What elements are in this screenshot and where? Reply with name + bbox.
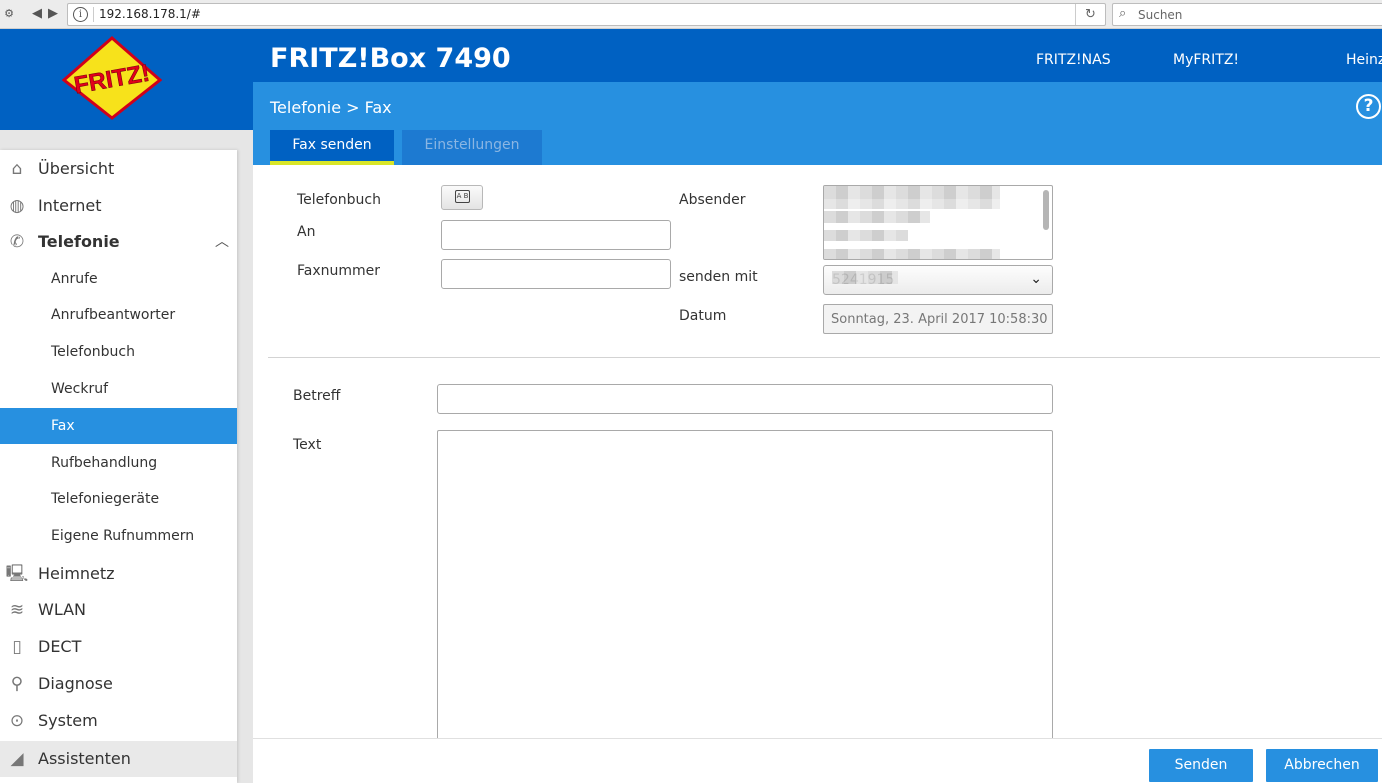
sidebar-item-telefonie[interactable]: ✆ Telefonie ︿ — [0, 224, 237, 260]
globe-icon: ◍ — [9, 196, 25, 216]
text-textarea[interactable] — [437, 430, 1053, 783]
datum-field: Sonntag, 23. April 2017 10:58:30 — [823, 304, 1053, 334]
sidebar-subitem-label: Rufbehandlung — [51, 455, 158, 471]
tab-fax-senden[interactable]: Fax senden — [270, 130, 394, 165]
betreff-input[interactable] — [437, 384, 1053, 414]
sidebar-subitem-label: Anrufbeantworter — [51, 307, 176, 323]
sidebar-item-system[interactable]: ⊙ System — [0, 703, 237, 739]
system-icon: ⊙ — [9, 711, 25, 731]
url-text[interactable]: 192.168.178.1/# — [99, 7, 201, 21]
sidebar-item-label: Übersicht — [38, 159, 115, 178]
back-arrow-icon[interactable]: ◀ — [30, 6, 44, 22]
dect-phone-icon: ▯ — [12, 637, 22, 657]
sidebar-item-dect[interactable]: ▯ DECT — [0, 629, 237, 665]
fritznas-link[interactable]: FRITZ!NAS — [1036, 52, 1111, 68]
sidebar-item-wlan[interactable]: ≋ WLAN — [0, 592, 237, 628]
sidebar-item-internet[interactable]: ◍ Internet — [0, 188, 237, 224]
breadcrumb-current: Fax — [364, 98, 392, 117]
sidebar-item-label: Telefonie — [38, 232, 120, 251]
sidebar-subitem-anrufbeantworter[interactable]: Anrufbeantworter — [0, 297, 237, 333]
sidebar-item-label: System — [38, 711, 98, 730]
breadcrumb-parent[interactable]: Telefonie — [270, 98, 341, 117]
product-title: FRITZ!Box 7490 — [270, 43, 511, 74]
absender-textarea[interactable] — [823, 185, 1053, 260]
sidebar-item-assistenten[interactable]: ◢ Assistenten — [0, 741, 237, 777]
user-link[interactable]: Heinz — [1346, 52, 1382, 68]
sidebar-item-label: DECT — [38, 637, 82, 656]
sidebar-subitem-anrufe[interactable]: Anrufe — [0, 261, 237, 297]
breadcrumb: Telefonie > Fax — [270, 98, 392, 117]
sidebar-subitem-label: Weckruf — [51, 381, 108, 397]
senden-button[interactable]: Senden — [1149, 749, 1253, 782]
tab-einstellungen[interactable]: Einstellungen — [402, 130, 542, 165]
redacted-line — [824, 211, 930, 223]
info-icon[interactable]: i — [73, 7, 88, 22]
home-icon: ⌂ — [11, 159, 23, 179]
sidebar-subitem-label: Anrufe — [51, 271, 98, 287]
forward-arrow-icon[interactable]: ▶ — [46, 6, 60, 22]
search-icon: ⌕ — [1119, 6, 1127, 21]
sidebar-item-label: WLAN — [38, 600, 87, 619]
phonebook-icon: A B — [455, 190, 470, 203]
phone-icon: ✆ — [9, 232, 25, 252]
chevron-down-icon: ⌄ — [1030, 271, 1042, 287]
absender-label: Absender — [679, 192, 746, 208]
sidebar-item-label: Heimnetz — [38, 564, 115, 583]
sidebar-subitem-label: Telefonbuch — [51, 344, 135, 360]
an-input[interactable] — [441, 220, 671, 250]
faxnummer-input[interactable] — [441, 259, 671, 289]
sidebar-subitem-label: Fax — [51, 418, 75, 434]
redacted-line — [824, 199, 1000, 209]
senden-mit-select[interactable]: 5241915 ⌄ — [823, 265, 1053, 295]
sidebar-item-diagnose[interactable]: ⚲ Diagnose — [0, 666, 237, 702]
assistant-icon: ◢ — [10, 749, 24, 769]
sidebar-subitem-label: Eigene Rufnummern — [51, 528, 195, 544]
myfritz-link[interactable]: MyFRITZ! — [1173, 52, 1239, 68]
fritz-logo[interactable]: FRITZ! — [62, 36, 162, 120]
redacted-line — [824, 186, 1000, 199]
identity-icon[interactable]: ⚙ — [2, 6, 16, 22]
browser-search-input[interactable] — [1138, 6, 1378, 23]
faxnummer-label: Faxnummer — [297, 263, 381, 279]
datum-value: Sonntag, 23. April 2017 10:58:30 — [831, 312, 1048, 327]
sidebar-subitem-rufbehandlung[interactable]: Rufbehandlung — [0, 445, 237, 481]
betreff-label: Betreff — [293, 388, 341, 404]
sidebar-item-uebersicht[interactable]: ⌂ Übersicht — [0, 151, 237, 187]
breadcrumb-separator-icon: > — [346, 98, 360, 117]
wifi-icon: ≋ — [9, 600, 25, 620]
sidebar-subitem-weckruf[interactable]: Weckruf — [0, 371, 237, 407]
telefonbuch-label: Telefonbuch — [297, 192, 381, 208]
datum-label: Datum — [679, 308, 727, 324]
an-label: An — [297, 224, 316, 240]
redacted-line — [824, 249, 1000, 259]
sidebar-subitem-eigene-rufnummern[interactable]: Eigene Rufnummern — [0, 518, 237, 554]
reload-icon[interactable]: ↻ — [1075, 4, 1105, 25]
phonebook-button[interactable]: A B — [441, 185, 483, 210]
sidebar-item-label: Diagnose — [38, 674, 113, 693]
sidebar-subitem-telefoniegeraete[interactable]: Telefoniegeräte — [0, 481, 237, 517]
section-divider — [268, 357, 1380, 358]
senden-mit-label: senden mit — [679, 269, 758, 285]
sidebar-subitem-label: Telefoniegeräte — [51, 491, 160, 507]
sidebar-item-label: Assistenten — [38, 749, 131, 768]
browser-search-box[interactable]: ⌕ — [1112, 3, 1382, 26]
sidebar-item-label: Internet — [38, 196, 102, 215]
scrollbar-thumb[interactable] — [1043, 190, 1049, 230]
sidebar-item-heimnetz[interactable]: 🖳 Heimnetz — [0, 556, 237, 592]
address-bar[interactable]: i 192.168.178.1/# ↻ — [67, 3, 1106, 26]
redacted-value — [832, 271, 898, 284]
address-separator — [93, 7, 94, 22]
text-label: Text — [293, 437, 322, 453]
help-icon[interactable]: ? — [1356, 94, 1381, 119]
redacted-line — [824, 230, 908, 241]
diagnose-icon: ⚲ — [10, 674, 24, 694]
network-icon: 🖳 — [5, 564, 29, 584]
abbrechen-button[interactable]: Abbrechen — [1266, 749, 1378, 782]
chevron-up-icon[interactable]: ︿ — [215, 231, 229, 251]
sidebar-subitem-fax[interactable]: Fax — [0, 408, 237, 444]
browser-toolbar: ⚙ ◀ ▶ i 192.168.178.1/# ↻ ⌕ — [0, 0, 1382, 29]
sidebar-subitem-telefonbuch[interactable]: Telefonbuch — [0, 334, 237, 370]
